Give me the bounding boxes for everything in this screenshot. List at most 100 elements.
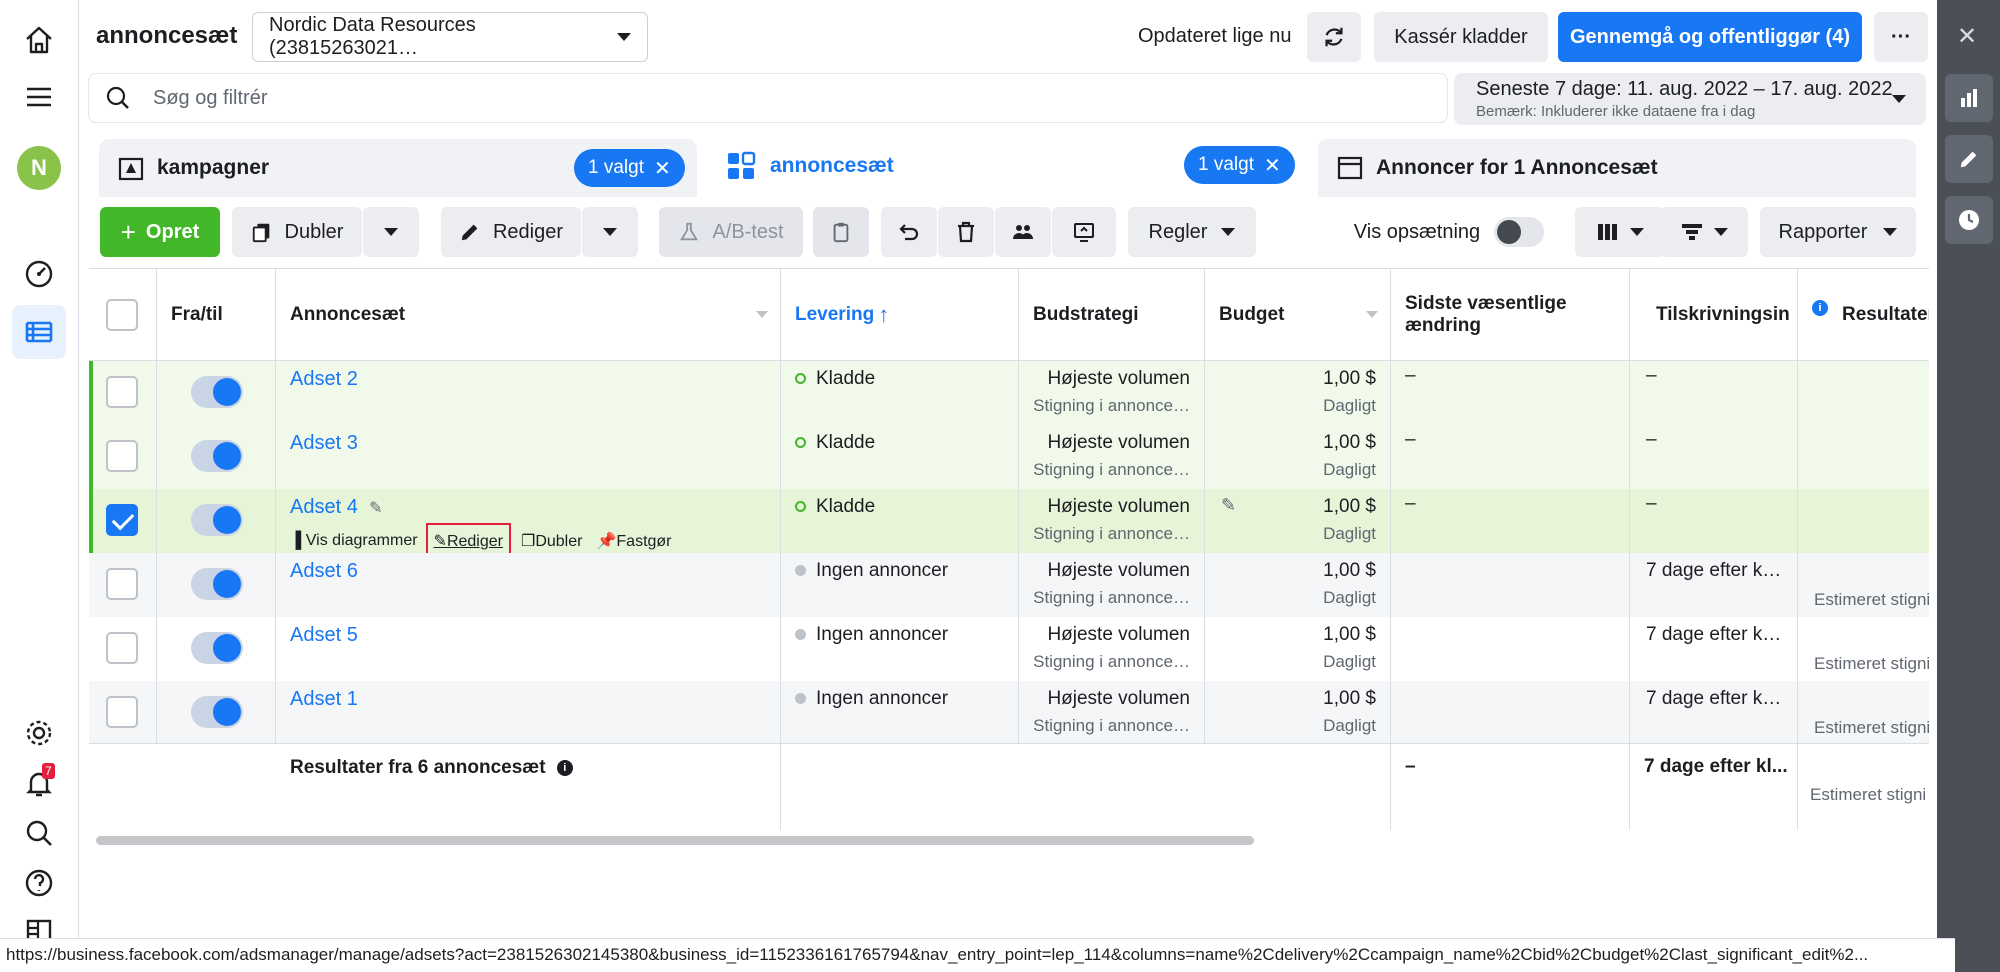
table-row[interactable]: Adset 2 Kladde Højeste volumen Stigning … <box>89 361 1929 425</box>
table-row[interactable]: Adset 4 ✎ ▐ Vis diagrammer ✎Rediger ❐Dub… <box>89 489 1929 559</box>
close-icon[interactable]: ✕ <box>1957 22 1977 51</box>
select-all-checkbox[interactable] <box>106 298 138 331</box>
setup-switch[interactable] <box>1494 217 1545 247</box>
row-checkbox[interactable] <box>106 504 138 536</box>
adsets-selected-pill[interactable]: 1 valgt ✕ <box>1184 146 1295 184</box>
budget-period: Dagligt <box>1323 716 1376 735</box>
search-icon[interactable] <box>12 806 66 860</box>
create-button[interactable]: + Opret <box>100 207 220 257</box>
adset-on-off-toggle[interactable] <box>191 440 243 472</box>
date-range-picker[interactable]: Seneste 7 dage: 11. aug. 2022 – 17. aug.… <box>1454 73 1926 125</box>
col-budget[interactable]: Budget <box>1205 269 1391 360</box>
adset-name-link[interactable]: Adset 5 <box>290 624 358 646</box>
account-selector[interactable]: Nordic Data Resources (23815263021… <box>252 12 648 62</box>
campaign-flag-icon <box>118 157 144 181</box>
rules-button[interactable]: Regler <box>1128 207 1256 257</box>
account-avatar[interactable]: N <box>12 141 66 195</box>
clipboard-button[interactable] <box>813 207 869 257</box>
home-icon[interactable] <box>12 13 66 67</box>
discard-drafts-button[interactable]: Kassér kladder <box>1374 12 1548 62</box>
tab-adsets-label: annoncesæt <box>770 153 894 177</box>
reports-button[interactable]: Rapporter <box>1760 207 1916 257</box>
breakdown-button[interactable] <box>1660 207 1748 257</box>
review-publish-button[interactable]: Gennemgå og offentliggør (4) <box>1558 12 1862 62</box>
row-checkbox[interactable] <box>106 632 138 664</box>
history-panel-button[interactable] <box>1945 196 1993 244</box>
pencil-icon[interactable]: ✎ <box>369 500 382 517</box>
row-checkbox[interactable] <box>106 696 138 728</box>
view-charts-action[interactable]: ▐ Vis diagrammer <box>290 532 418 550</box>
row-checkbox[interactable] <box>106 440 138 472</box>
tab-ads[interactable]: Annoncer for 1 Annoncesæt <box>1318 139 1916 197</box>
sort-caret-icon <box>1366 311 1378 318</box>
edit-panel-button[interactable] <box>1945 135 1993 183</box>
row-checkbox[interactable] <box>106 568 138 600</box>
summary-label-cell: Resultater fra 6 annoncesæt i <box>276 744 781 830</box>
adset-name-link[interactable]: Adset 3 <box>290 432 358 454</box>
table-row[interactable]: Adset 5 Ingen annoncer Højeste volumen S… <box>89 617 1929 681</box>
flask-icon <box>680 222 699 241</box>
table-row[interactable]: Adset 3 Kladde Højeste volumen Stigning … <box>89 425 1929 489</box>
ab-test-button[interactable]: A/B-test <box>659 207 803 257</box>
preview-button[interactable] <box>1052 207 1116 257</box>
adset-on-off-toggle[interactable] <box>191 632 243 664</box>
search-filter-bar[interactable]: Søg og filtrér <box>88 73 1448 123</box>
delete-button[interactable] <box>938 207 994 257</box>
horizontal-scrollbar[interactable] <box>96 836 1254 845</box>
adset-on-off-toggle[interactable] <box>191 696 243 728</box>
undo-button[interactable] <box>881 207 937 257</box>
sort-caret-icon <box>756 311 768 318</box>
show-setup-toggle[interactable]: Vis opsætning <box>1351 207 1547 257</box>
pencil-icon[interactable]: ✎ <box>1221 495 1236 516</box>
columns-button[interactable] <box>1575 207 1665 257</box>
audience-button[interactable] <box>995 207 1051 257</box>
col-onoff[interactable]: Fra/til <box>157 269 276 360</box>
summary-row: Resultater fra 6 annoncesæt i – 7 dage e… <box>89 743 1929 830</box>
settings-gear-icon[interactable] <box>12 706 66 760</box>
tab-adsets[interactable]: annoncesæt 1 valgt ✕ <box>708 134 1308 197</box>
row-results-cell <box>1798 489 1929 553</box>
row-checkbox[interactable] <box>106 376 138 408</box>
col-name[interactable]: Annoncesæt <box>276 269 781 360</box>
ads-manager-table-icon[interactable] <box>12 305 66 359</box>
refresh-button[interactable] <box>1307 12 1361 62</box>
bid-strategy-sub: Stigning i annonce… <box>1033 716 1190 735</box>
charts-panel-button[interactable] <box>1945 74 1993 122</box>
close-icon[interactable]: ✕ <box>654 156 671 181</box>
duplicate-button[interactable]: Dubler <box>232 207 362 257</box>
adset-name-link[interactable]: Adset 1 <box>290 688 358 710</box>
row-toggle-cell <box>157 489 276 553</box>
help-icon[interactable] <box>12 856 66 910</box>
adset-on-off-toggle[interactable] <box>191 568 243 600</box>
results-text: Estimeret stigni <box>1814 590 1929 609</box>
col-bid-strategy[interactable]: Budstrategi <box>1019 269 1205 360</box>
adset-on-off-toggle[interactable] <box>191 376 243 408</box>
adset-name-link[interactable]: Adset 6 <box>290 560 358 582</box>
edit-button[interactable]: Rediger <box>441 207 581 257</box>
search-placeholder: Søg og filtrér <box>153 86 268 109</box>
adset-name-link[interactable]: Adset 2 <box>290 368 358 390</box>
adset-name-link[interactable]: Adset 4 <box>290 496 358 518</box>
table-row[interactable]: Adset 6 Ingen annoncer Højeste volumen S… <box>89 553 1929 617</box>
row-delivery-cell: Ingen annoncer <box>781 617 1019 681</box>
menu-icon[interactable] <box>12 70 66 124</box>
pencil-icon <box>461 224 478 241</box>
col-delivery[interactable]: Levering ↑ <box>781 269 1019 360</box>
dashboard-icon[interactable] <box>12 246 66 300</box>
campaigns-selected-pill[interactable]: 1 valgt ✕ <box>574 149 685 187</box>
more-options-button[interactable]: ··· <box>1874 12 1928 62</box>
adset-on-off-toggle[interactable] <box>191 504 243 536</box>
row-pin-action[interactable]: 📌Fastgør <box>596 531 671 551</box>
table-row[interactable]: Adset 1 Ingen annoncer Højeste volumen S… <box>89 681 1929 745</box>
col-last-edit[interactable]: Sidste væsentlige ændring <box>1391 269 1630 360</box>
edit-dropdown[interactable] <box>582 207 638 257</box>
col-attribution[interactable]: Tilskrivningsin <box>1630 269 1798 360</box>
tab-campaigns[interactable]: kampagner 1 valgt ✕ <box>99 139 697 197</box>
row-last-edit-cell <box>1391 617 1630 681</box>
notifications-bell-icon[interactable]: 7 <box>12 757 66 811</box>
duplicate-dropdown[interactable] <box>363 207 419 257</box>
col-results[interactable]: i Resultater <box>1798 269 1929 360</box>
close-icon[interactable]: ✕ <box>1264 153 1281 178</box>
row-duplicate-action[interactable]: ❐Dubler <box>521 531 582 551</box>
adsets-grid-icon <box>728 151 756 179</box>
